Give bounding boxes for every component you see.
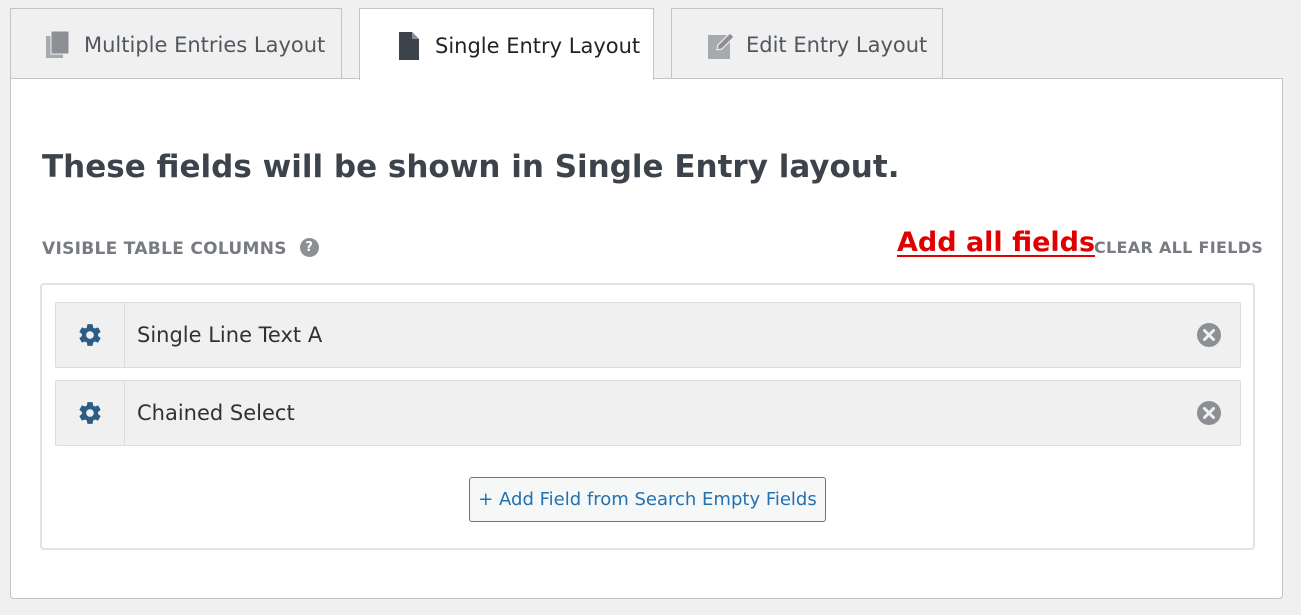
help-icon[interactable]: ? — [299, 237, 319, 257]
field-settings-button[interactable] — [56, 303, 125, 367]
field-label: Single Line Text A — [137, 323, 323, 347]
single-entry-panel: These fields will be shown in Single Ent… — [10, 78, 1283, 599]
field-settings-button[interactable] — [56, 381, 125, 445]
tab-label: Multiple Entries Layout — [84, 33, 326, 57]
section-label-text: VISIBLE TABLE COLUMNS — [42, 239, 287, 259]
field-row[interactable]: Single Line Text A — [55, 302, 1241, 368]
tab-edit-entry-layout[interactable]: Edit Entry Layout — [671, 8, 943, 79]
visible-fields-list: Single Line Text A Chained Select + Add … — [40, 283, 1255, 550]
layout-tabs: Multiple Entries Layout Single Entry Lay… — [10, 8, 960, 80]
tab-multiple-entries-layout[interactable]: Multiple Entries Layout — [10, 8, 342, 79]
add-all-fields-link[interactable]: Add all fields — [897, 227, 1095, 258]
tab-label: Single Entry Layout — [435, 33, 641, 58]
gear-icon — [79, 324, 101, 346]
tab-single-entry-layout[interactable]: Single Entry Layout — [359, 8, 654, 80]
document-icon — [396, 31, 422, 61]
page-title: These fields will be shown in Single Ent… — [42, 149, 900, 185]
tab-label: Edit Entry Layout — [746, 33, 928, 57]
add-field-button[interactable]: + Add Field from Search Empty Fields — [469, 477, 826, 522]
field-row[interactable]: Chained Select — [55, 380, 1241, 446]
clear-all-fields-link[interactable]: CLEAR ALL FIELDS — [1094, 238, 1263, 257]
copy-icon — [45, 30, 71, 60]
edit-icon — [707, 30, 735, 60]
remove-field-icon[interactable] — [1196, 400, 1222, 426]
field-label: Chained Select — [137, 401, 295, 425]
visible-table-columns-label: VISIBLE TABLE COLUMNS ? — [42, 237, 319, 259]
remove-field-icon[interactable] — [1196, 322, 1222, 348]
gear-icon — [79, 402, 101, 424]
